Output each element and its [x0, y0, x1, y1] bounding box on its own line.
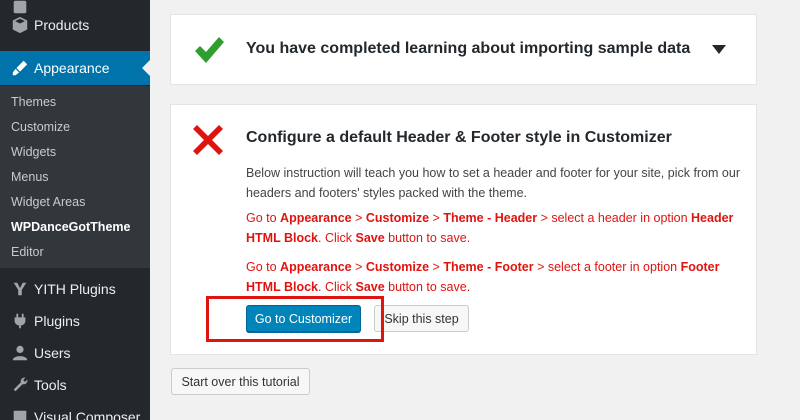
header-instruction: Go to Appearance > Customize > Theme - H…: [246, 211, 734, 245]
menu-item-visual-composer[interactable]: Visual Composer: [0, 400, 150, 420]
menu-item-label: Users: [34, 345, 71, 361]
step-card-completed: You have completed learning about import…: [170, 14, 757, 85]
menu-item-label: Visual Composer: [34, 409, 141, 420]
admin-sidebar: Products Appearance Themes Customize Wid…: [0, 0, 150, 420]
menu-item-plugins[interactable]: Plugins: [0, 304, 150, 338]
submenu-item-editor[interactable]: Editor: [11, 245, 44, 259]
menu-item-tools[interactable]: Tools: [0, 368, 150, 402]
skip-step-button[interactable]: Skip this step: [374, 305, 469, 332]
menu-item-yith-plugins[interactable]: YITH Plugins: [0, 272, 150, 306]
menu-item-label: Appearance: [34, 60, 110, 76]
check-icon: [195, 37, 224, 63]
step-card-configure: Configure a default Header & Footer styl…: [170, 104, 757, 355]
yith-icon: [9, 279, 31, 299]
active-indicator-arrow: [142, 60, 150, 76]
go-to-customizer-button[interactable]: Go to Customizer: [246, 305, 361, 332]
start-over-button[interactable]: Start over this tutorial: [171, 368, 310, 395]
submenu-item-themes[interactable]: Themes: [11, 95, 56, 109]
submenu-item-widget-areas[interactable]: Widget Areas: [11, 195, 85, 209]
menu-item-label: YITH Plugins: [34, 281, 116, 297]
cross-icon: [193, 125, 223, 155]
step-title: You have completed learning about import…: [246, 40, 691, 57]
appearance-icon: [9, 58, 31, 78]
page-edge: [792, 0, 800, 420]
submenu-item-customize[interactable]: Customize: [11, 120, 70, 134]
menu-item-label: Products: [34, 17, 90, 33]
step-description: Below instruction will teach you how to …: [246, 166, 740, 200]
submenu-item-widgets[interactable]: Widgets: [11, 145, 56, 159]
users-icon: [9, 343, 31, 363]
menu-item-appearance[interactable]: Appearance: [0, 51, 150, 85]
visual-composer-icon: [9, 407, 31, 420]
plugins-icon: [9, 311, 31, 331]
menu-item-users[interactable]: Users: [0, 336, 150, 370]
caret-down-icon[interactable]: [712, 45, 726, 54]
appearance-submenu: Themes Customize Widgets Menus Widget Ar…: [0, 86, 150, 268]
menu-item-label: Plugins: [34, 313, 80, 329]
products-icon: [9, 15, 31, 35]
step-title: Configure a default Header & Footer styl…: [246, 129, 672, 146]
submenu-item-wpdancegottheme[interactable]: WPDanceGotTheme: [11, 220, 130, 234]
menu-item-products[interactable]: Products: [0, 8, 150, 42]
submenu-item-menus[interactable]: Menus: [11, 170, 49, 184]
footer-instruction: Go to Appearance > Customize > Theme - F…: [246, 260, 720, 294]
menu-item-label: Tools: [34, 377, 67, 393]
tools-icon: [9, 375, 31, 395]
